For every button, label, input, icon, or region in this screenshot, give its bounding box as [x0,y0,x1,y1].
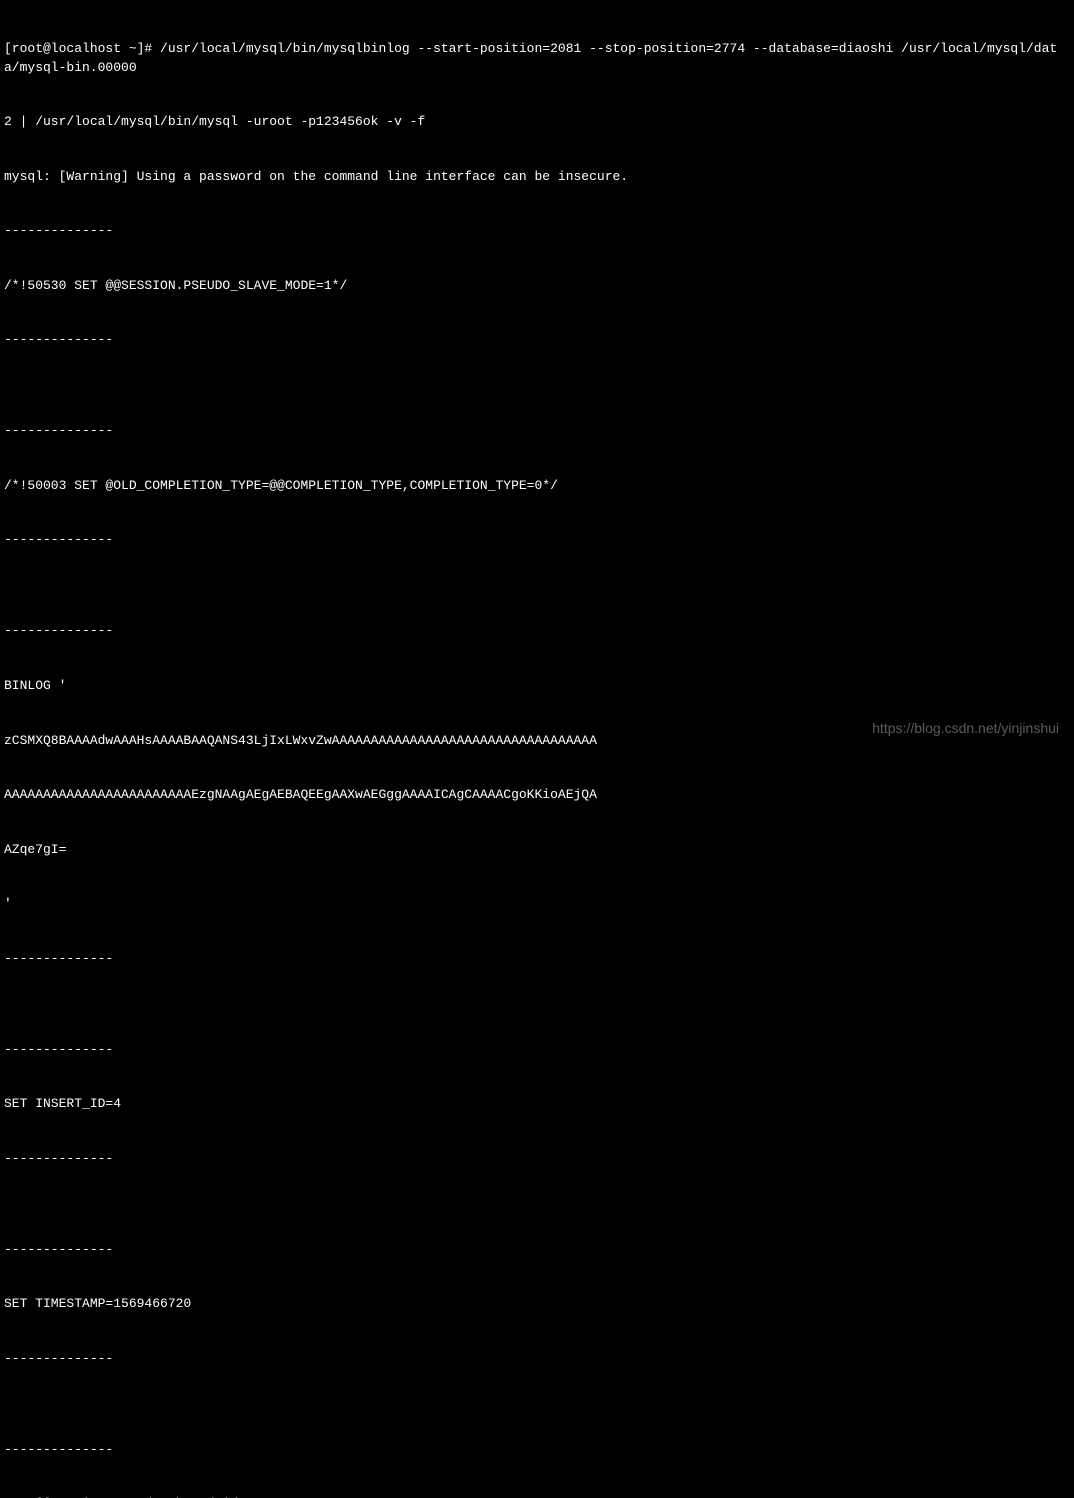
terminal-line: -------------- [4,1041,1070,1059]
terminal-line: -------------- [4,950,1070,968]
terminal-line: -------------- [4,331,1070,349]
terminal-line: /*!50530 SET @@SESSION.PSEUDO_SLAVE_MODE… [4,277,1070,295]
terminal-line: SET INSERT_ID=4 [4,1095,1070,1113]
terminal-line: mysql: [Warning] Using a password on the… [4,168,1070,186]
terminal-line: SET @@session.pseudo_thread_id=17 [4,1495,1070,1498]
terminal-line: AAAAAAAAAAAAAAAAAAAAAAAAEzgNAAgAEgAEBAQE… [4,786,1070,804]
terminal-line: -------------- [4,1241,1070,1259]
terminal-line: -------------- [4,622,1070,640]
terminal-line: 2 | /usr/local/mysql/bin/mysql -uroot -p… [4,113,1070,131]
terminal-line: -------------- [4,1150,1070,1168]
terminal-line: -------------- [4,531,1070,549]
terminal-line: ' [4,895,1070,913]
terminal-line: SET TIMESTAMP=1569466720 [4,1295,1070,1313]
terminal-line: -------------- [4,1350,1070,1368]
terminal-line: -------------- [4,1441,1070,1459]
terminal-line: /*!50003 SET @OLD_COMPLETION_TYPE=@@COMP… [4,477,1070,495]
terminal-line: AZqe7gI= [4,841,1070,859]
terminal-line: -------------- [4,222,1070,240]
watermark-text: https://blog.csdn.net/yinjinshui [872,719,1059,739]
terminal-line: -------------- [4,422,1070,440]
terminal-line: BINLOG ' [4,677,1070,695]
terminal-line: [root@localhost ~]# /usr/local/mysql/bin… [4,40,1070,76]
terminal-output[interactable]: [root@localhost ~]# /usr/local/mysql/bin… [4,4,1070,1498]
